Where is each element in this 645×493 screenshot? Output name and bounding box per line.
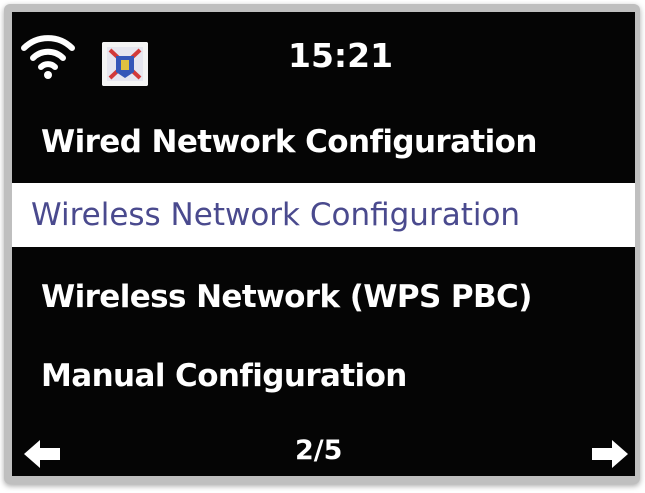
menu-item-wireless-network-wps-pbc[interactable]: Wireless Network (WPS PBC) bbox=[12, 265, 635, 329]
display-screen: 15:21 Wired Network Configuration Wirele… bbox=[12, 12, 635, 476]
station-logo-icon bbox=[102, 42, 148, 86]
clock: 15:21 bbox=[288, 36, 394, 75]
menu-item-wireless-network-configuration[interactable]: Wireless Network Configuration bbox=[12, 183, 635, 247]
arrow-left-icon[interactable] bbox=[24, 440, 60, 468]
status-bar: 15:21 bbox=[12, 12, 635, 110]
menu-item-manual-configuration[interactable]: Manual Configuration bbox=[12, 344, 635, 408]
page-indicator: 2/5 bbox=[295, 435, 343, 466]
menu-item-wired-network-configuration[interactable]: Wired Network Configuration bbox=[12, 110, 635, 174]
arrow-right-icon[interactable] bbox=[592, 440, 628, 468]
device-bezel: 15:21 Wired Network Configuration Wirele… bbox=[4, 4, 640, 484]
wifi-icon bbox=[21, 35, 75, 79]
